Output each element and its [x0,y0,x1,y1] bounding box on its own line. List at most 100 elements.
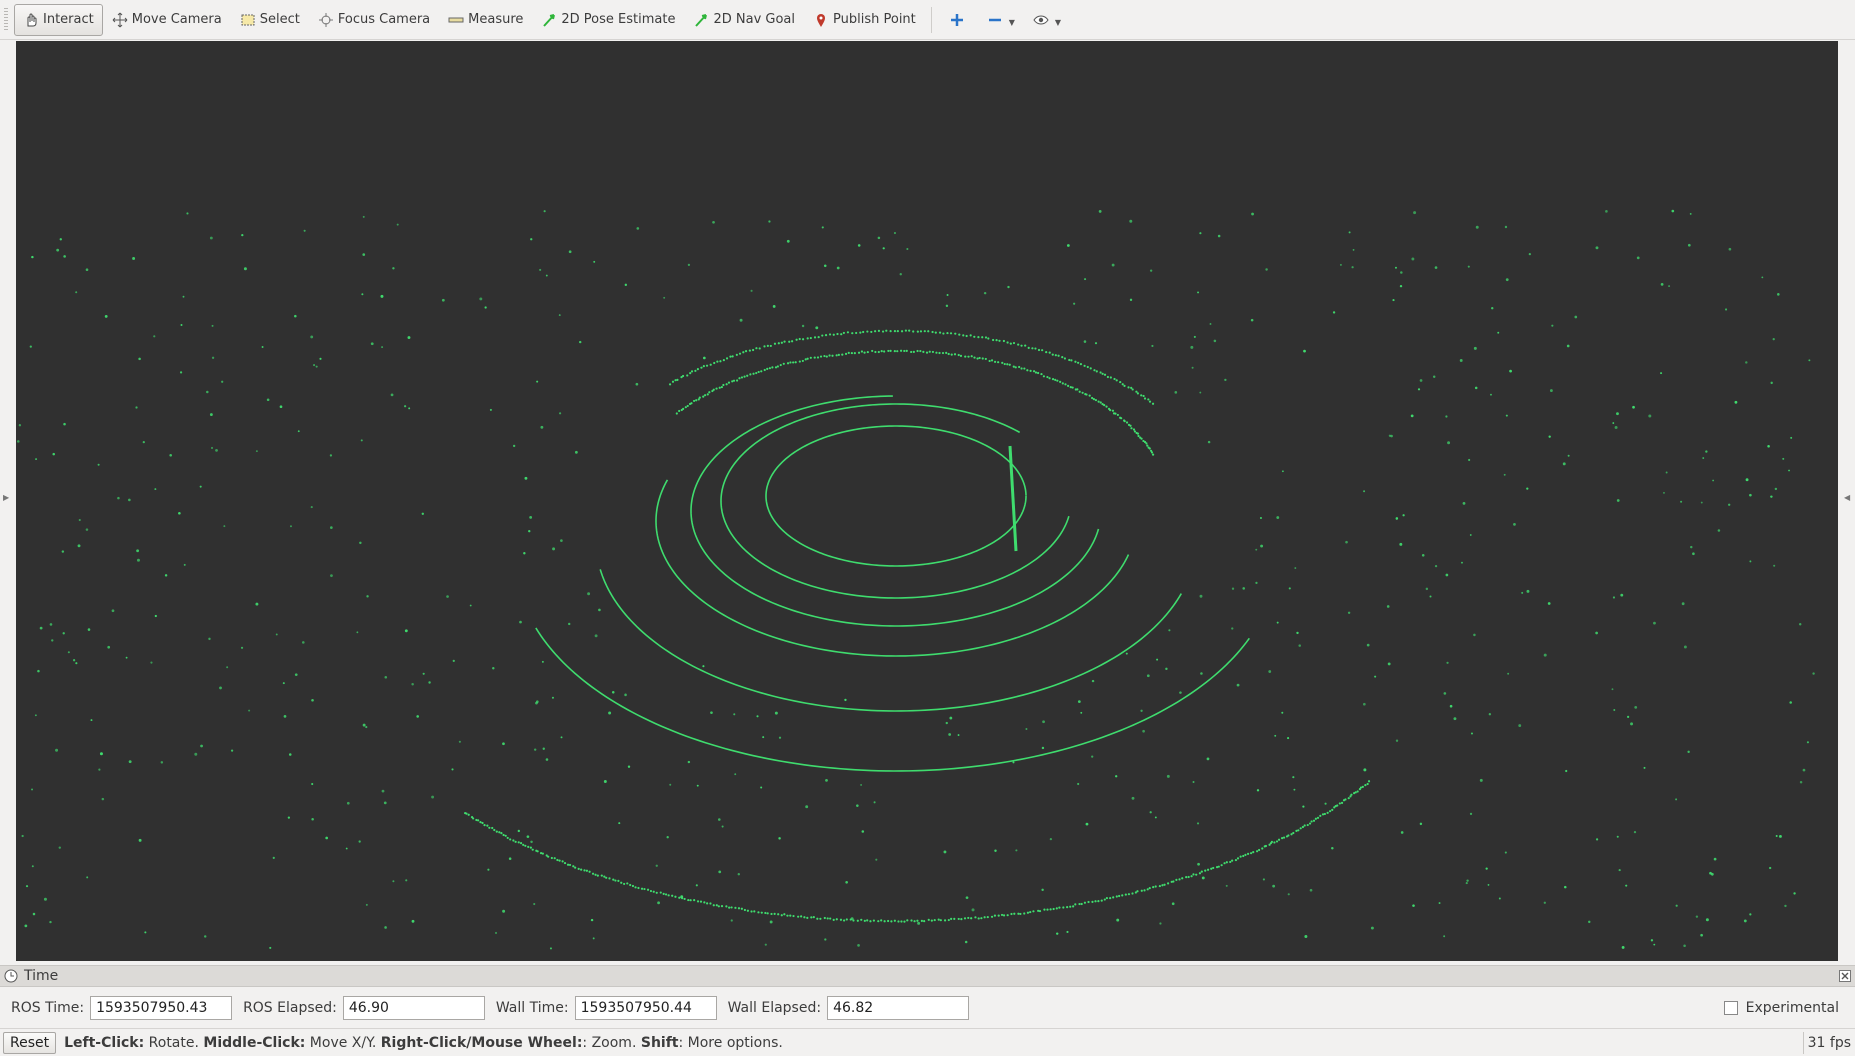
wall-elapsed-field[interactable] [827,996,970,1020]
view-tool-button[interactable]: ▼ [1024,4,1070,36]
tool-2d-nav-goal[interactable]: 2D Nav Goal [684,4,804,36]
tool-measure[interactable]: Measure [439,4,532,36]
scan-point [1242,854,1245,858]
scan-point [734,773,737,776]
scan-point [801,359,804,363]
scan-point [384,926,387,929]
scan-point [1779,834,1782,838]
wall-time-label: Wall Time: [495,1000,569,1016]
experimental-checkbox[interactable] [1723,1001,1738,1015]
tool-2d-pose-estimate[interactable]: 2D Pose Estimate [532,4,684,36]
tool-label: Move Camera [131,12,222,27]
scan-point [1595,838,1599,841]
tool-select[interactable]: Select [231,4,309,36]
scan-point [1043,908,1046,911]
scan-point [859,331,862,334]
scan-point [25,885,29,888]
scan-point [1772,338,1775,341]
scan-point [1473,346,1477,350]
scan-point [757,911,760,914]
left-panel-handle[interactable]: ▶ [0,41,14,961]
scan-point [1743,919,1747,923]
scan-point [919,330,923,333]
scan-point [1134,891,1137,894]
scan-point [813,356,816,359]
scan-point [467,813,470,816]
scan-point [1061,382,1064,385]
scan-point [935,351,938,354]
scan-point [730,919,733,922]
scan-point [1687,750,1690,754]
scan-point [1462,502,1466,505]
scan-point [1088,394,1091,397]
scan-point [583,869,586,872]
reset-button[interactable]: Reset [3,1031,57,1054]
scan-point [839,918,843,921]
scan-point [330,574,333,578]
scan-point [740,907,743,910]
time-panel-title: Time [24,968,59,984]
scan-point [923,920,926,923]
scan-point [522,843,525,846]
scan-point [863,919,866,922]
close-icon[interactable] [1839,970,1851,982]
wall-time-field[interactable] [574,996,717,1020]
scan-point [746,909,750,912]
scan-point [1168,629,1171,632]
ros-elapsed-field[interactable] [342,996,485,1020]
scan-point [896,350,899,353]
scan-point [492,667,495,670]
scan-point [903,349,906,353]
scan-point [1358,788,1362,791]
scan-point [283,714,287,718]
scan-point [1006,914,1009,917]
scan-point [986,915,989,919]
scan-point [1260,544,1264,548]
scan-point [953,917,956,920]
scan-point [530,840,533,844]
scan-point [987,337,990,340]
scan-point [135,406,138,409]
experimental-toggle[interactable]: Experimental [1723,1000,1839,1016]
scan-point [1675,798,1678,801]
add-tool-button[interactable] [940,4,978,36]
eye-icon [1033,12,1049,28]
scan-point [614,879,617,882]
scan-point [760,911,763,914]
scan-point [111,609,115,613]
remove-tool-button[interactable]: ▼ [978,4,1024,36]
scan-point [738,377,741,380]
toolbar-grip[interactable] [4,7,8,32]
scan-point [1165,667,1168,671]
3d-render-viewport[interactable] [16,41,1838,961]
tool-interact[interactable]: Interact [14,3,103,36]
scan-point [1459,359,1463,362]
tool-move-camera[interactable]: Move Camera [103,4,231,36]
scan-point [1395,739,1399,742]
scan-point [779,363,782,367]
hand-cursor-icon [23,12,39,28]
ros-time-field[interactable] [90,996,233,1020]
tool-publish-point[interactable]: Publish Point [804,4,925,36]
tool-focus-camera[interactable]: Focus Camera [309,4,439,36]
scan-point [1287,893,1290,896]
right-panel-handle[interactable]: ◀ [1841,41,1855,961]
scan-point [1085,393,1088,396]
scan-point [574,866,577,869]
scan-point [1246,852,1250,855]
scan-point [1281,470,1284,473]
scan-point [1370,926,1374,930]
scan-point [294,673,298,676]
scan-point [502,742,505,746]
scan-point [1009,342,1012,345]
scan-point [649,889,653,893]
scan-point [1215,866,1219,869]
scan-point [1630,722,1634,726]
scan-point [1131,796,1135,800]
scan-point [976,357,979,360]
scan-point [712,388,715,391]
scan-point [512,839,515,842]
scan-point [1029,910,1032,914]
scan-point [1152,886,1155,889]
scan-point [1347,797,1350,800]
